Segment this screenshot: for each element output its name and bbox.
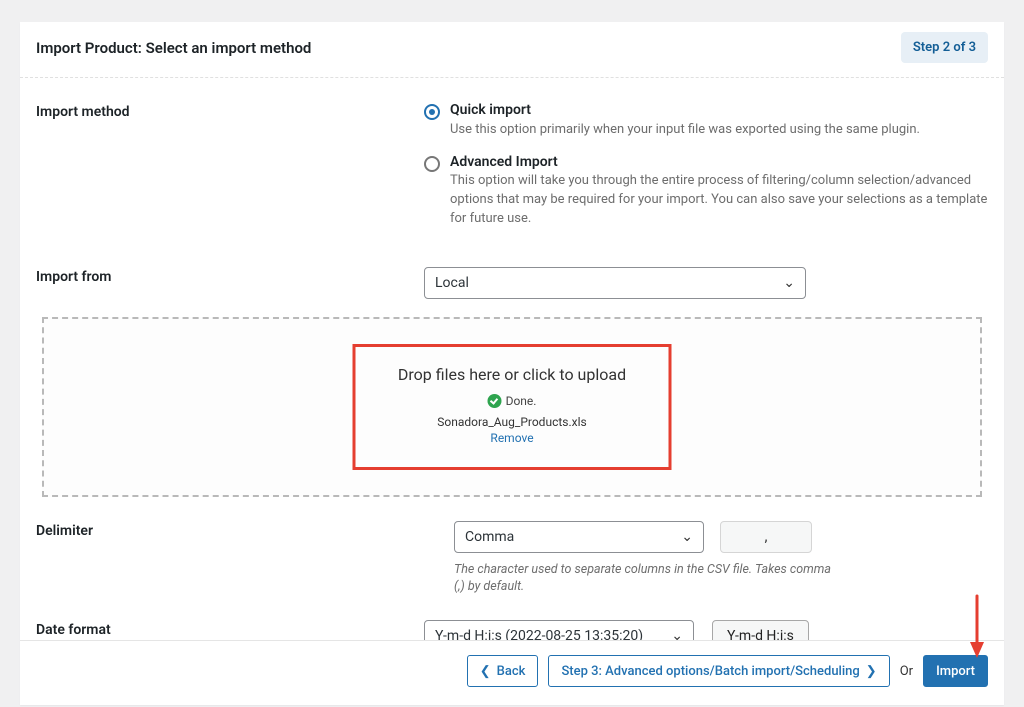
row-import-method: Import method Quick import Use this opti… xyxy=(36,102,988,243)
check-icon xyxy=(488,394,502,408)
card-header: Import Product: Select an import method … xyxy=(20,22,1004,78)
option-advanced-import[interactable]: Advanced Import This option will take yo… xyxy=(424,154,988,229)
option-title-quick: Quick import xyxy=(450,102,988,119)
option-quick-import[interactable]: Quick import Use this option primarily w… xyxy=(424,102,988,140)
label-delimiter: Delimiter xyxy=(36,521,454,596)
delimiter-char-preview: , xyxy=(720,521,812,553)
option-desc-advanced: This option will take you through the en… xyxy=(450,172,988,229)
delimiter-help: The character used to separate columns i… xyxy=(454,561,834,596)
card-footer: ❮ Back Step 3: Advanced options/Batch im… xyxy=(20,640,1004,705)
upload-status-text: Done. xyxy=(506,394,537,408)
chevron-down-icon: ⌄ xyxy=(783,275,795,291)
chevron-right-icon: ❯ xyxy=(866,664,877,679)
radio-advanced-import[interactable] xyxy=(424,156,440,172)
select-import-from-value: Local xyxy=(435,275,469,291)
select-delimiter[interactable]: Comma ⌄ xyxy=(454,521,704,553)
radio-quick-import[interactable] xyxy=(424,104,440,120)
dropzone-highlight: Drop files here or click to upload Done.… xyxy=(356,347,669,467)
uploaded-filename: Sonadora_Aug_Products.xls xyxy=(356,415,669,429)
option-desc-quick: Use this option primarily when your inpu… xyxy=(450,121,988,140)
select-import-from[interactable]: Local ⌄ xyxy=(424,267,806,299)
import-button[interactable]: Import xyxy=(923,655,988,687)
label-import-method: Import method xyxy=(36,102,424,243)
remove-file-link[interactable]: Remove xyxy=(490,431,533,445)
or-text: Or xyxy=(900,664,913,679)
chevron-left-icon: ❮ xyxy=(480,664,491,679)
page-title: Import Product: Select an import method xyxy=(36,39,311,57)
card-body: Import method Quick import Use this opti… xyxy=(20,78,1004,705)
back-button-label: Back xyxy=(497,664,526,679)
back-button[interactable]: ❮ Back xyxy=(467,655,539,687)
step-badge: Step 2 of 3 xyxy=(901,32,988,63)
import-card: Import Product: Select an import method … xyxy=(20,22,1004,705)
row-delimiter: Delimiter Comma ⌄ , The character used t… xyxy=(36,521,988,596)
field-import-method: Quick import Use this option primarily w… xyxy=(424,102,988,243)
chevron-down-icon: ⌄ xyxy=(681,529,693,545)
select-delimiter-value: Comma xyxy=(465,529,514,545)
row-import-from: Import from Local ⌄ xyxy=(36,267,988,299)
upload-status: Done. xyxy=(488,394,537,408)
import-button-label: Import xyxy=(936,664,975,679)
file-dropzone[interactable]: Drop files here or click to upload Done.… xyxy=(42,317,982,497)
step3-button[interactable]: Step 3: Advanced options/Batch import/Sc… xyxy=(548,655,889,687)
option-title-advanced: Advanced Import xyxy=(450,154,988,171)
label-import-from: Import from xyxy=(36,267,424,299)
step3-button-label: Step 3: Advanced options/Batch import/Sc… xyxy=(561,664,859,679)
dropzone-title: Drop files here or click to upload xyxy=(356,365,669,384)
